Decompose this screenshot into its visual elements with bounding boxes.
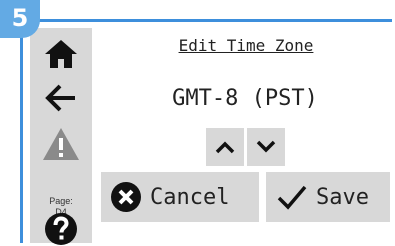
warning-icon (43, 128, 79, 160)
timezone-value: GMT-8 (PST) (172, 86, 318, 111)
frame-left-line (20, 19, 23, 243)
save-button[interactable]: Save (266, 172, 390, 222)
page-title: Edit Time Zone (178, 36, 314, 55)
decrement-button[interactable] (247, 128, 285, 166)
checkmark-icon (277, 185, 307, 210)
page-label: Page: (49, 196, 73, 206)
cancel-label: Cancel (150, 184, 230, 210)
home-button[interactable] (30, 32, 92, 76)
back-button[interactable] (30, 76, 92, 120)
save-label: Save (316, 184, 369, 210)
frame-top-line (20, 19, 392, 22)
chevron-up-icon (215, 141, 235, 154)
step-badge: 5 (0, 0, 40, 38)
help-button[interactable] (30, 212, 92, 246)
question-icon (45, 213, 77, 245)
warning-button[interactable] (30, 122, 92, 166)
arrow-left-icon (45, 84, 75, 112)
close-circle-icon (111, 182, 141, 212)
sidebar: Page: D4 (30, 28, 92, 246)
home-icon (45, 40, 77, 68)
increment-button[interactable] (206, 128, 244, 166)
cancel-button[interactable]: Cancel (101, 172, 259, 222)
chevron-down-icon (256, 140, 276, 153)
